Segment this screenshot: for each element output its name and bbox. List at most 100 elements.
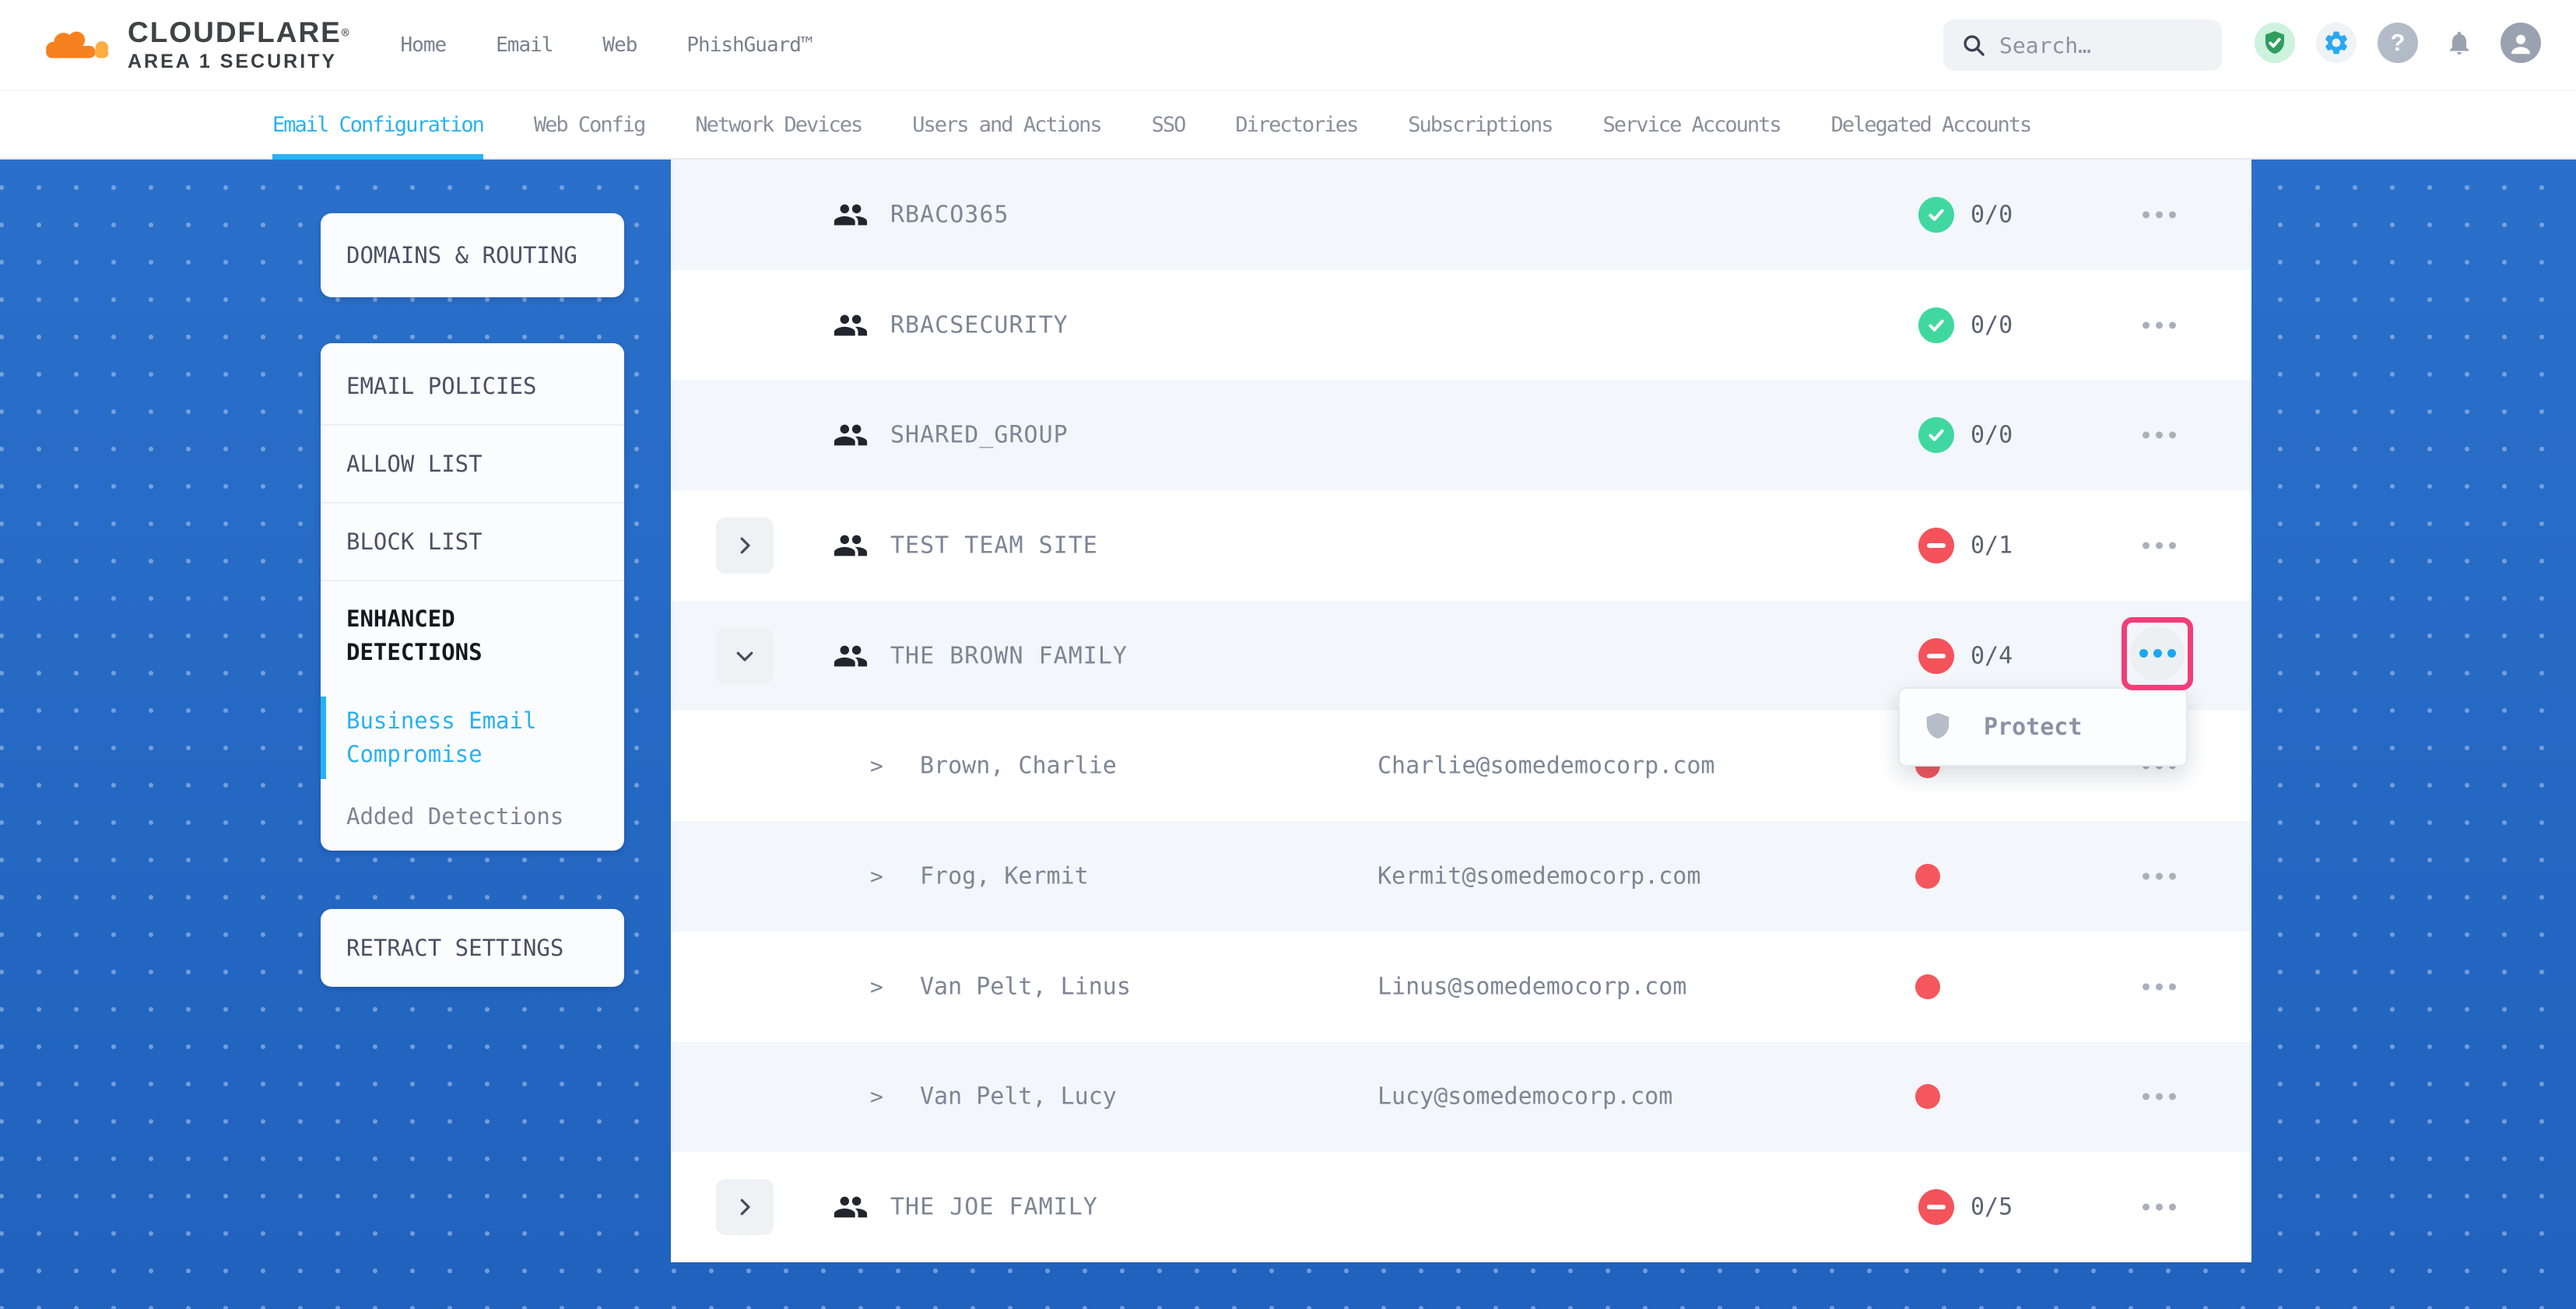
- row-menu-button[interactable]: [2143, 211, 2176, 218]
- menu-dot-icon: [2156, 983, 2163, 990]
- people-icon: [833, 528, 869, 563]
- menu-dot-icon: [2143, 211, 2150, 218]
- table-row-group[interactable]: SHARED_GROUP0/0: [671, 380, 2251, 490]
- bell-icon[interactable]: [2439, 23, 2479, 63]
- protected-count: 0/0: [1971, 201, 2013, 228]
- row-menu-button[interactable]: [2130, 626, 2185, 681]
- sidebar-item-business-email-compromise[interactable]: Business Email Compromise: [321, 690, 624, 785]
- protected-count: 0/4: [1971, 642, 2013, 669]
- menu-dot-icon: [2153, 649, 2162, 658]
- menu-dot-icon: [2169, 211, 2176, 218]
- member-email: Lucy@somedemocorp.com: [1377, 1083, 1672, 1111]
- menu-dot-icon: [2169, 1093, 2176, 1100]
- people-icon: [833, 638, 869, 674]
- protected-count: 0/0: [1971, 311, 2013, 339]
- menu-dot-icon: [2156, 1093, 2163, 1100]
- member-chevron-icon: >: [870, 1084, 883, 1110]
- menu-dot-icon: [2156, 211, 2163, 218]
- header-icon-group: ?: [2255, 23, 2541, 63]
- row-menu-button[interactable]: [2143, 321, 2176, 328]
- protected-count: 0/0: [1971, 422, 2013, 449]
- status-ok-badge: [1918, 417, 1954, 453]
- search-box[interactable]: [1943, 19, 2222, 71]
- sidebar-item-enhanced-detections: ENHANCED DETECTIONS: [321, 581, 624, 690]
- tab-network-devices[interactable]: Network Devices: [695, 91, 862, 158]
- row-menu-button[interactable]: [2143, 983, 2176, 990]
- row-menu-button[interactable]: [2143, 872, 2176, 879]
- expand-button[interactable]: [716, 518, 774, 574]
- table-row-member[interactable]: >Van Pelt, LinusLinus@somedemocorp.com: [671, 932, 2251, 1042]
- sidebar-item-allow-list[interactable]: ALLOW LIST: [321, 426, 624, 502]
- context-menu-item-protect[interactable]: Protect: [1923, 710, 2082, 744]
- expand-button[interactable]: [716, 1179, 774, 1235]
- collapse-button[interactable]: [716, 628, 774, 684]
- menu-dot-icon: [2156, 321, 2163, 328]
- people-icon: [833, 1189, 869, 1225]
- member-chevron-icon: >: [870, 974, 883, 999]
- table-row-group[interactable]: RBACO365 0/0: [671, 160, 2251, 270]
- group-name: RBACO365: [890, 201, 1009, 228]
- nav-link-phishguard[interactable]: PhishGuard™: [686, 33, 812, 57]
- member-email: Kermit@somedemocorp.com: [1377, 862, 1700, 890]
- table-row-member[interactable]: >Frog, KermitKermit@somedemocorp.com: [671, 821, 2251, 932]
- sidebar-item-block-list[interactable]: BLOCK LIST: [321, 504, 624, 580]
- top-nav: Home Email Web PhishGuard™: [401, 33, 812, 57]
- menu-dot-icon: [2143, 321, 2150, 328]
- sidebar-item-retract-settings[interactable]: RETRACT SETTINGS: [321, 909, 624, 987]
- menu-dot-icon: [2156, 432, 2163, 439]
- table-row-member[interactable]: > Van Pelt, Lucy Lucy@somedemocorp.com: [671, 1042, 2251, 1153]
- menu-dot-icon: [2169, 432, 2176, 439]
- menu-dot-icon: [2139, 649, 2148, 658]
- shield-check-icon[interactable]: [2255, 23, 2295, 63]
- tab-users-and-actions[interactable]: Users and Actions: [912, 91, 1100, 158]
- table-row-group[interactable]: TEST TEAM SITE0/1: [671, 490, 2251, 601]
- settings-gear-icon[interactable]: [2316, 23, 2357, 63]
- tab-sso[interactable]: SSO: [1152, 91, 1185, 158]
- search-input[interactable]: [1999, 33, 2194, 58]
- row-menu-button[interactable]: [2143, 542, 2176, 549]
- tab-delegated-accounts[interactable]: Delegated Accounts: [1831, 91, 2031, 158]
- menu-dot-icon: [2143, 432, 2150, 439]
- table-row-group[interactable]: THE JOE FAMILY0/5: [671, 1152, 2251, 1262]
- nav-link-email[interactable]: Email: [496, 33, 553, 57]
- sidebar-item-email-policies[interactable]: EMAIL POLICIES: [321, 348, 624, 424]
- status-alert-badge: [1918, 638, 1954, 674]
- row-menu-button[interactable]: [2143, 1204, 2176, 1211]
- menu-dot-icon: [2169, 542, 2176, 549]
- menu-dot-icon: [2143, 1204, 2150, 1211]
- brand-name: CLOUDFLARE®: [128, 18, 349, 48]
- sidebar-item-added-detections[interactable]: Added Detections: [321, 785, 624, 848]
- menu-dot-icon: [2169, 1204, 2176, 1211]
- row-menu-button[interactable]: [2143, 1093, 2176, 1100]
- sidebar-card: RETRACT SETTINGS: [321, 909, 624, 987]
- minus-icon: [1927, 1205, 1946, 1209]
- people-icon: [833, 307, 869, 343]
- top-bar: CLOUDFLARE® AREA 1 SECURITY HomeEmailWeb…: [0, 0, 2576, 90]
- user-avatar-icon[interactable]: [2501, 23, 2541, 63]
- groups-table: RBACO3650/0RBACSECURITY0/0SHARED_GROUP0/…: [671, 160, 2251, 1262]
- member-name: Van Pelt, Lucy: [920, 1083, 1117, 1111]
- nav-link-home[interactable]: Home: [401, 33, 447, 57]
- tab-email-configuration[interactable]: Email Configuration: [272, 91, 483, 158]
- menu-dot-icon: [2143, 872, 2150, 879]
- content-area: DOMAINS & ROUTING EMAIL POLICIESALLOW LIS…: [0, 160, 2576, 1309]
- nav-link-web[interactable]: Web: [602, 33, 637, 57]
- people-icon: [833, 417, 869, 453]
- status-ok-badge: [1918, 307, 1954, 343]
- tab-subscriptions[interactable]: Subscriptions: [1408, 91, 1552, 158]
- table-row-group[interactable]: RBACSECURITY 0/0: [671, 270, 2251, 381]
- sidebar-item-domains-routing[interactable]: DOMAINS & ROUTING: [321, 213, 624, 297]
- tab-service-accounts[interactable]: Service Accounts: [1603, 91, 1781, 158]
- member-email: Linus@somedemocorp.com: [1377, 973, 1686, 1000]
- menu-dot-icon: [2143, 983, 2150, 990]
- minus-icon: [1927, 654, 1946, 658]
- menu-dot-icon: [2156, 542, 2163, 549]
- group-name: RBACSECURITY: [890, 311, 1069, 339]
- group-name: THE BROWN FAMILY: [890, 642, 1128, 669]
- member-chevron-icon: >: [870, 753, 883, 779]
- help-icon[interactable]: ?: [2378, 23, 2418, 63]
- tab-directories[interactable]: Directories: [1235, 91, 1357, 158]
- tab-web-config[interactable]: Web Config: [534, 91, 645, 158]
- row-menu-button[interactable]: [2143, 432, 2176, 439]
- member-chevron-icon: >: [870, 863, 883, 889]
